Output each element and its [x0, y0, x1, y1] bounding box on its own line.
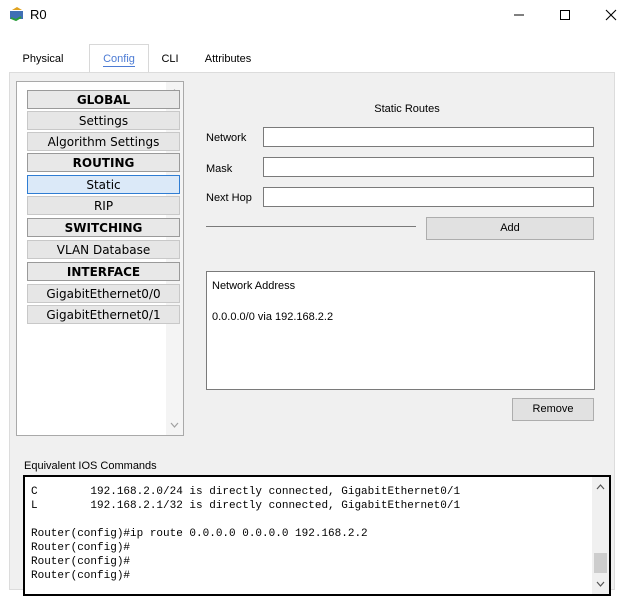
- tab-config-label: Config: [103, 53, 135, 67]
- next-hop-label: Next Hop: [206, 192, 252, 204]
- console-line: L 192.168.2.1/32 is directly connected, …: [31, 500, 461, 512]
- sidebar-item-vlan-database[interactable]: VLAN Database: [27, 240, 180, 259]
- console-line: Router(config)#: [31, 570, 131, 582]
- tab-attributes[interactable]: Attributes: [198, 48, 258, 70]
- sidebar-item-algorithm-settings[interactable]: Algorithm Settings: [27, 132, 180, 151]
- minimize-button[interactable]: [496, 0, 542, 30]
- router-icon: [9, 6, 25, 22]
- sidebar-item-settings[interactable]: Settings: [27, 111, 180, 130]
- network-label: Network: [206, 132, 247, 144]
- sidebar-header-routing: ROUTING: [27, 153, 180, 172]
- console-line: Router(config)#ip route 0.0.0.0 0.0.0.0 …: [31, 528, 368, 540]
- sidebar-header-switching: SWITCHING: [27, 218, 180, 237]
- mask-label: Mask: [206, 163, 233, 175]
- routes-list: Network Address 0.0.0.0/0 via 192.168.2.…: [206, 271, 595, 390]
- scroll-down-icon[interactable]: [166, 419, 183, 431]
- console-line: Router(config)#: [31, 542, 131, 554]
- console-line: Router(config)#: [31, 556, 131, 568]
- console-line: C 192.168.2.0/24 is directly connected, …: [31, 486, 461, 498]
- ios-commands-label: Equivalent IOS Commands: [24, 460, 157, 472]
- sidebar-item-gigabitethernet0-1[interactable]: GigabitEthernet0/1: [27, 305, 180, 324]
- tab-cli[interactable]: CLI: [152, 48, 188, 70]
- mask-input[interactable]: [263, 157, 594, 177]
- scroll-thumb[interactable]: [594, 553, 607, 573]
- scroll-down-icon[interactable]: [592, 578, 609, 590]
- static-routes-title: Static Routes: [374, 103, 440, 115]
- maximize-button[interactable]: [542, 0, 588, 30]
- sidebar-item-static[interactable]: Static: [27, 175, 180, 194]
- remove-button[interactable]: Remove: [512, 398, 594, 421]
- minimize-icon: [514, 14, 524, 16]
- sidebar-header-interface: INTERFACE: [27, 262, 180, 281]
- separator-line: [206, 226, 416, 227]
- sidebar-item-gigabitethernet0-0[interactable]: GigabitEthernet0/0: [27, 284, 180, 303]
- ios-console[interactable]: C 192.168.2.0/24 is directly connected, …: [23, 475, 611, 596]
- maximize-icon: [560, 10, 570, 20]
- sidebar-header-global: GLOBAL: [27, 90, 180, 109]
- network-input[interactable]: [263, 127, 594, 147]
- tab-config[interactable]: Config: [89, 44, 149, 73]
- next-hop-input[interactable]: [263, 187, 594, 207]
- sidebar-item-rip[interactable]: RIP: [27, 196, 180, 215]
- scroll-up-icon[interactable]: [592, 481, 609, 493]
- console-scrollbar[interactable]: [592, 477, 609, 594]
- tab-physical[interactable]: Physical: [14, 48, 72, 70]
- add-button[interactable]: Add: [426, 217, 594, 240]
- network-address-header: Network Address: [212, 280, 296, 292]
- close-icon: [605, 9, 617, 21]
- window-title: R0: [30, 7, 47, 22]
- list-item[interactable]: 0.0.0.0/0 via 192.168.2.2: [212, 311, 333, 323]
- title-bar: R0: [0, 0, 634, 30]
- close-button[interactable]: [588, 0, 634, 30]
